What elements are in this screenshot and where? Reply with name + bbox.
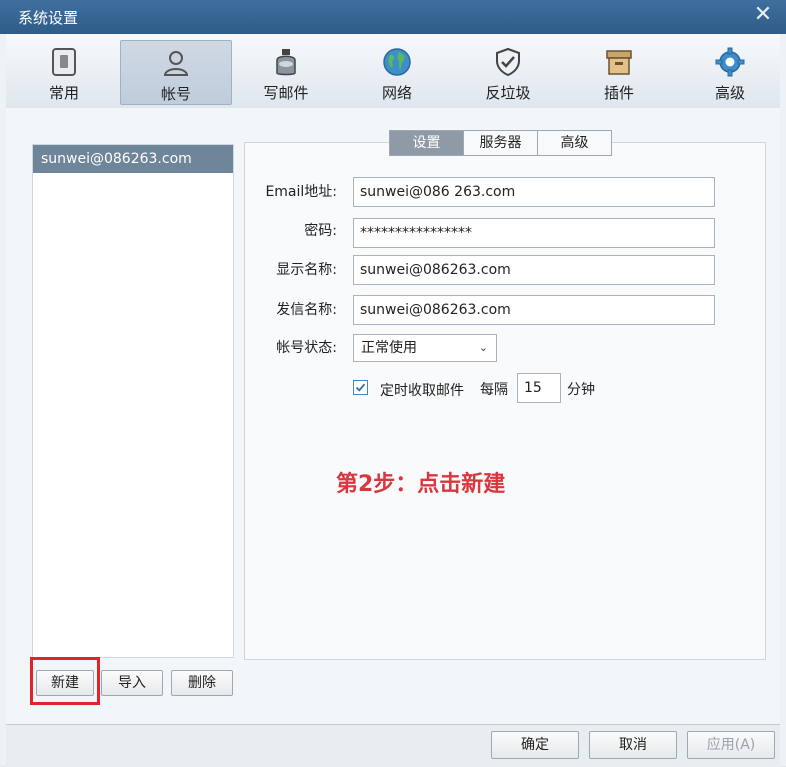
cancel-button[interactable]: 取消	[589, 731, 677, 759]
sender-name-field[interactable]	[353, 295, 715, 325]
settings-toolbar: 常用 帐号 写邮件 网络 反垃圾 插件 高级	[6, 34, 780, 109]
sender-name-label: 发信名称:	[276, 302, 337, 318]
toolbar-item-antispam[interactable]: 反垃圾	[453, 40, 563, 103]
auto-fetch-label: 定时收取邮件	[380, 383, 464, 399]
email-label: Email地址:	[265, 184, 337, 200]
tutorial-annotation: 第2步：点击新建	[336, 472, 506, 497]
toolbar-label: 网络	[381, 84, 412, 102]
password-label: 密码:	[304, 223, 337, 239]
tab-advanced[interactable]: 高级	[537, 130, 612, 156]
ink-bottle-icon	[276, 49, 296, 76]
title-bar: 系统设置 ✕	[0, 0, 786, 34]
display-name-label: 显示名称:	[276, 262, 337, 278]
checkmark-icon	[355, 383, 366, 392]
phone-icon	[52, 48, 76, 76]
new-account-button[interactable]: 新建	[36, 670, 94, 696]
toolbar-label: 帐号	[160, 85, 191, 103]
settings-tabs: 设置 服务器 高级	[389, 130, 612, 156]
dialog-button-bar: 确定 取消 应用(A)	[6, 724, 780, 767]
email-field[interactable]	[353, 177, 715, 207]
tab-settings[interactable]: 设置	[389, 130, 464, 156]
account-status-label: 帐号状态:	[276, 340, 337, 356]
password-field[interactable]	[353, 218, 715, 248]
toolbar-item-plugins[interactable]: 插件	[564, 40, 674, 103]
box-icon	[606, 50, 632, 75]
settings-window: 系统设置 ✕ 常用 帐号 写邮件 网络 反垃圾 插件 高级 sunwei@086…	[0, 0, 786, 767]
chevron-down-icon: ⌄	[478, 341, 488, 354]
account-status-value: 正常使用	[361, 340, 417, 356]
display-name-field[interactable]	[353, 255, 715, 285]
every-label: 每隔	[480, 382, 508, 398]
account-list-item[interactable]: sunwei@086263.com	[33, 145, 233, 173]
toolbar-label: 写邮件	[263, 84, 309, 102]
toolbar-item-network[interactable]: 网络	[342, 40, 452, 103]
account-status-select[interactable]: 正常使用 ⌄	[353, 334, 497, 362]
window-title: 系统设置	[18, 9, 79, 27]
settings-body: sunwei@086263.com 新建 导入 删除 设置 服务器 高级 Ema…	[6, 108, 780, 724]
interval-input[interactable]: 15	[517, 373, 561, 403]
toolbar-item-compose[interactable]: 写邮件	[231, 40, 341, 103]
gear-icon	[715, 47, 745, 77]
toolbar-label: 插件	[603, 84, 634, 102]
minutes-label: 分钟	[567, 382, 595, 398]
apply-button[interactable]: 应用(A)	[687, 731, 775, 759]
shield-check-icon	[496, 47, 520, 77]
toolbar-label: 反垃圾	[485, 84, 531, 102]
toolbar-item-account[interactable]: 帐号	[120, 40, 232, 105]
tab-server[interactable]: 服务器	[463, 130, 538, 156]
toolbar-label: 常用	[48, 84, 79, 102]
auto-fetch-checkbox[interactable]	[353, 380, 368, 395]
toolbar-item-advanced[interactable]: 高级	[675, 40, 785, 103]
import-button[interactable]: 导入	[101, 670, 163, 696]
toolbar-item-common[interactable]: 常用	[9, 40, 119, 103]
account-list: sunwei@086263.com	[32, 144, 234, 658]
delete-button[interactable]: 删除	[171, 670, 233, 696]
globe-icon	[383, 48, 411, 76]
ok-button[interactable]: 确定	[491, 731, 579, 759]
person-icon	[163, 51, 189, 76]
close-icon[interactable]: ✕	[752, 4, 774, 26]
toolbar-label: 高级	[714, 84, 745, 102]
